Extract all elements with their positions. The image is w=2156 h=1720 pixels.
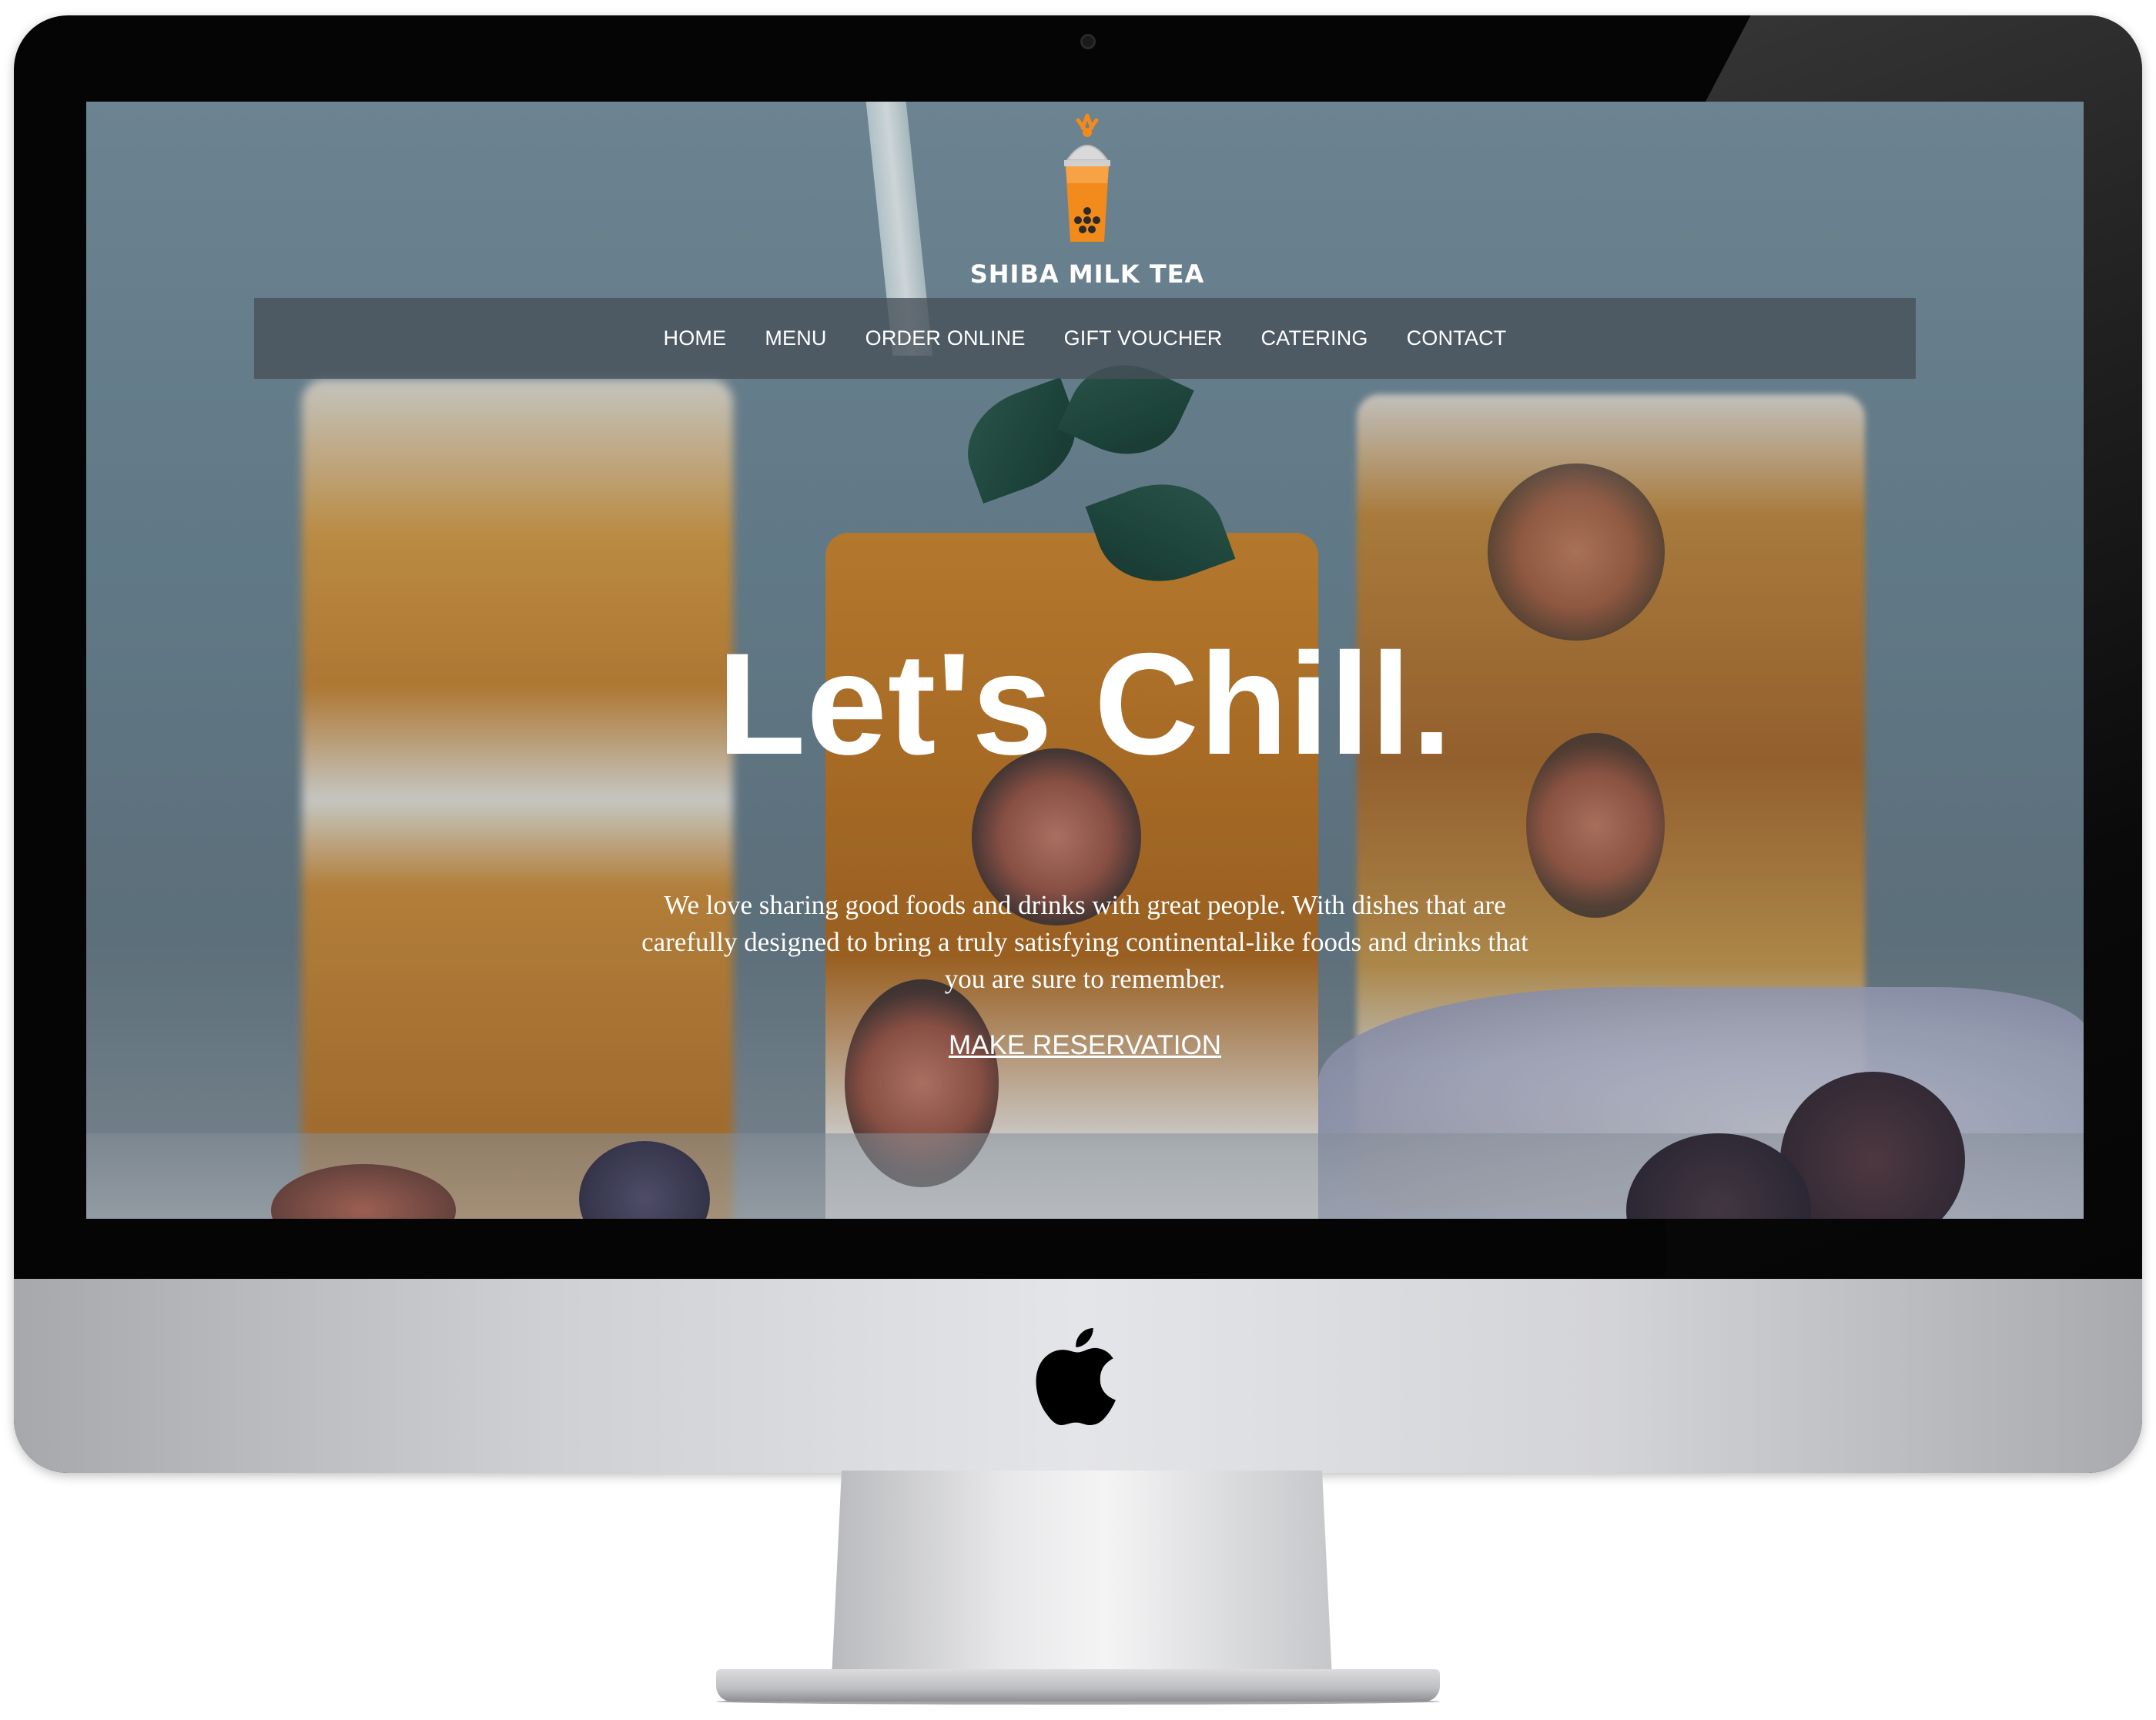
- bubble-tea-cup-icon: [1064, 113, 1110, 242]
- brand-name: SHIBA MILK TEA: [969, 259, 1205, 289]
- monitor-stand: [832, 1471, 1332, 1678]
- main-navigation: HOME MENU ORDER ONLINE GIFT VOUCHER CATE…: [254, 298, 1916, 379]
- apple-logo-icon: [1036, 1328, 1116, 1425]
- camera-icon: [1080, 34, 1096, 49]
- nav-item-gift-voucher[interactable]: GIFT VOUCHER: [1064, 326, 1223, 350]
- brand-logo[interactable]: SHIBA MILK TEA: [970, 112, 1204, 289]
- nav-item-contact[interactable]: CONTACT: [1407, 326, 1507, 350]
- nav-item-menu[interactable]: MENU: [765, 326, 826, 350]
- hero-title: Let's Chill.: [717, 623, 1453, 785]
- nav-item-order-online[interactable]: ORDER ONLINE: [865, 326, 1026, 350]
- website-screen: SHIBA MILK TEA HOME MENU ORDER ONLINE GI…: [86, 102, 2084, 1219]
- hero-cta-container: MAKE RESERVATION: [86, 1030, 2084, 1061]
- make-reservation-link[interactable]: MAKE RESERVATION: [949, 1030, 1221, 1060]
- hero-description: We love sharing good foods and drinks wi…: [641, 890, 1528, 994]
- monitor-chin: [14, 1279, 2142, 1473]
- imac-mockup: SHIBA MILK TEA HOME MENU ORDER ONLINE GI…: [0, 0, 2156, 1720]
- monitor-stand-base: [716, 1669, 1440, 1702]
- nav-item-home[interactable]: HOME: [664, 326, 727, 350]
- nav-item-catering[interactable]: CATERING: [1260, 326, 1368, 350]
- monitor: SHIBA MILK TEA HOME MENU ORDER ONLINE GI…: [14, 15, 2142, 1473]
